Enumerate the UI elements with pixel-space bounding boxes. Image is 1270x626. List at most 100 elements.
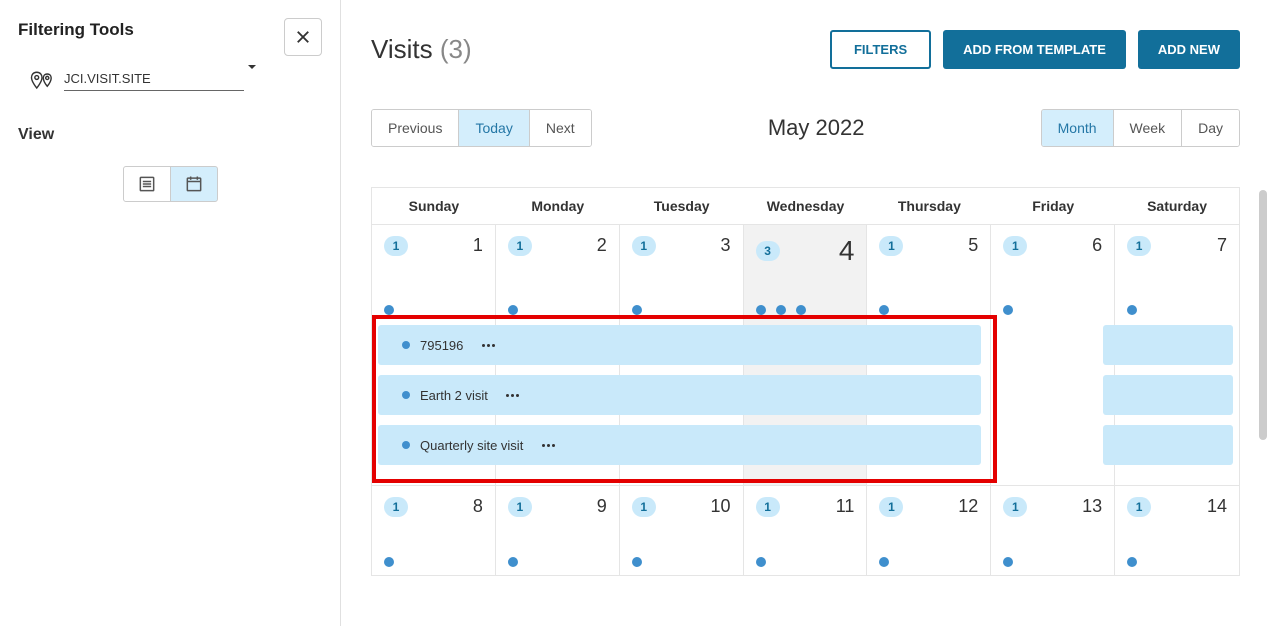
event-dots — [632, 305, 731, 315]
event-bar: Quarterly site visit — [378, 425, 1233, 465]
event-menu-icon[interactable] — [504, 394, 522, 397]
visit-count-badge: 1 — [1127, 497, 1151, 517]
day-number: 6 — [1092, 235, 1102, 256]
view-toggle — [18, 166, 322, 202]
visit-count-badge: 1 — [384, 497, 408, 517]
calendar-nav: Previous Today Next — [371, 109, 592, 147]
next-button[interactable]: Next — [529, 110, 591, 146]
close-button[interactable] — [284, 18, 322, 56]
event-item-continuation[interactable] — [1103, 425, 1233, 465]
dow-header: Thursday — [867, 188, 991, 225]
filtering-tools-title: Filtering Tools — [18, 20, 322, 40]
visit-count-badge: 1 — [632, 236, 656, 256]
event-dots — [879, 305, 978, 315]
add-new-button[interactable]: ADD NEW — [1138, 30, 1240, 69]
event-item[interactable]: 795196 — [378, 325, 981, 365]
dot-icon — [879, 305, 889, 315]
visit-count-badge: 1 — [756, 497, 780, 517]
day-number: 7 — [1217, 235, 1227, 256]
day-cell[interactable]: 112 — [867, 486, 991, 576]
event-label: 795196 — [420, 338, 463, 353]
day-cell[interactable]: 111 — [744, 486, 868, 576]
day-number: 8 — [473, 496, 483, 517]
day-number: 1 — [473, 235, 483, 256]
today-button[interactable]: Today — [458, 110, 528, 146]
event-label: Quarterly site visit — [420, 438, 523, 453]
event-item-continuation[interactable] — [1103, 375, 1233, 415]
dot-icon — [632, 305, 642, 315]
event-label: Earth 2 visit — [420, 388, 488, 403]
day-number: 11 — [836, 496, 855, 517]
site-select-value: JCI.VISIT.SITE — [64, 71, 151, 86]
filters-button[interactable]: FILTERS — [830, 30, 931, 69]
add-from-template-button[interactable]: ADD FROM TEMPLATE — [943, 30, 1126, 69]
event-dot-icon — [402, 341, 410, 349]
day-number: 10 — [711, 496, 731, 517]
event-dots — [508, 305, 607, 315]
visit-count-badge: 3 — [756, 241, 780, 261]
dot-icon — [508, 557, 518, 567]
event-dot-icon — [402, 441, 410, 449]
event-dots — [1127, 305, 1227, 315]
day-cell[interactable]: 1 13 — [991, 486, 1115, 576]
scrollbar[interactable] — [1259, 190, 1267, 440]
dot-icon — [1127, 305, 1137, 315]
event-dots — [879, 557, 978, 567]
dot-icon — [384, 305, 394, 315]
calendar-view-button[interactable] — [170, 166, 218, 202]
dot-icon — [776, 305, 786, 315]
page-title: Visits (3) — [371, 34, 472, 65]
page-title-count: (3) — [440, 34, 472, 64]
visit-count-badge: 1 — [1127, 236, 1151, 256]
event-item[interactable]: Quarterly site visit — [378, 425, 981, 465]
event-dots — [384, 305, 483, 315]
calendar-scope: Month Week Day — [1041, 109, 1240, 147]
day-number: 3 — [721, 235, 731, 256]
visit-count-badge: 1 — [879, 497, 903, 517]
view-label: View — [18, 126, 322, 144]
day-cell[interactable]: 19 — [496, 486, 620, 576]
week-view-button[interactable]: Week — [1113, 110, 1182, 146]
dow-header: Saturday — [1115, 188, 1239, 225]
calendar-grid: Sunday Monday Tuesday Wednesday Thursday… — [371, 187, 1240, 576]
event-dots — [1003, 305, 1102, 315]
events-overlay: 795196 Earth 2 visit — [372, 325, 1239, 465]
dot-icon — [632, 557, 642, 567]
event-item[interactable]: Earth 2 visit — [378, 375, 981, 415]
dot-icon — [508, 305, 518, 315]
previous-button[interactable]: Previous — [372, 110, 458, 146]
dow-header: Wednesday — [744, 188, 868, 225]
dot-icon — [1127, 557, 1137, 567]
event-dots — [756, 305, 855, 315]
visit-count-badge: 1 — [508, 497, 532, 517]
dot-icon — [1003, 557, 1013, 567]
caret-down-icon — [246, 61, 258, 73]
event-item-continuation[interactable] — [1103, 325, 1233, 365]
page-title-text: Visits — [371, 34, 433, 64]
site-selector[interactable]: JCI.VISIT.SITE — [28, 70, 322, 92]
dot-icon — [1003, 305, 1013, 315]
dow-header: Monday — [496, 188, 620, 225]
day-cell[interactable]: 114 — [1115, 486, 1239, 576]
event-menu-icon[interactable] — [479, 344, 497, 347]
event-dots — [384, 557, 483, 567]
day-number: 4 — [839, 235, 855, 267]
close-icon — [294, 28, 312, 46]
month-view-button[interactable]: Month — [1042, 110, 1113, 146]
day-cell[interactable]: 110 — [620, 486, 744, 576]
day-number: 13 — [1082, 496, 1102, 517]
event-dots — [756, 557, 855, 567]
dot-icon — [756, 557, 766, 567]
map-pin-icon — [28, 70, 56, 92]
list-view-button[interactable] — [123, 166, 171, 202]
day-view-button[interactable]: Day — [1181, 110, 1239, 146]
dow-header: Sunday — [372, 188, 496, 225]
day-cell[interactable]: 18 — [372, 486, 496, 576]
list-icon — [137, 174, 157, 194]
visit-count-badge: 1 — [1003, 497, 1027, 517]
event-dot-icon — [402, 391, 410, 399]
dot-icon — [384, 557, 394, 567]
event-dots — [1003, 557, 1102, 567]
visit-count-badge: 1 — [384, 236, 408, 256]
event-menu-icon[interactable] — [539, 444, 557, 447]
